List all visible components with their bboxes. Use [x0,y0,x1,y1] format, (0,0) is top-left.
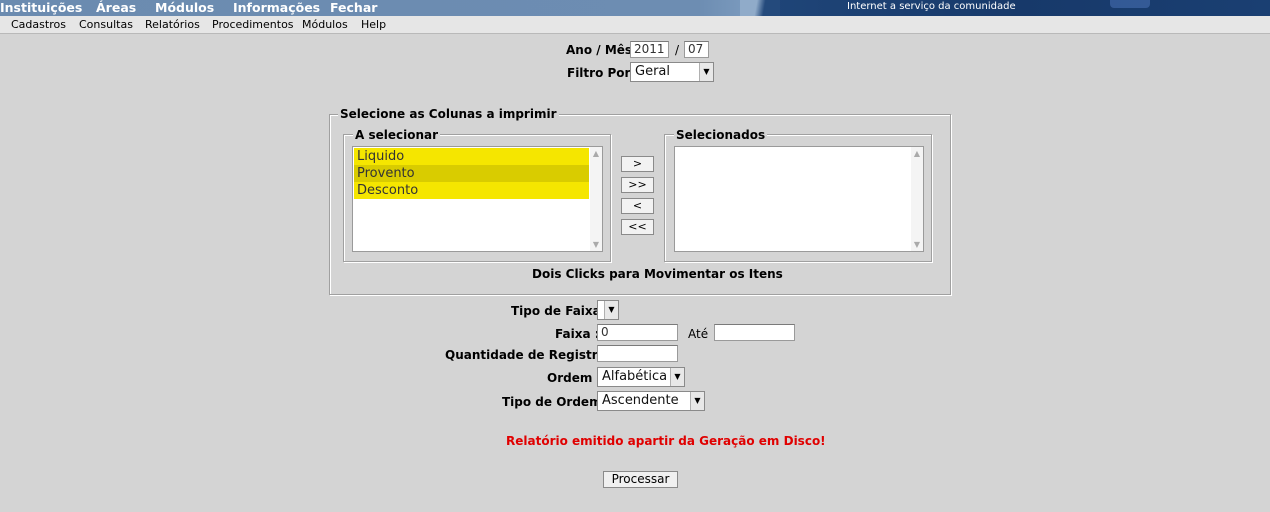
menu-help[interactable]: Help [361,18,386,31]
quantidade-input[interactable] [597,345,678,362]
ano-input[interactable]: 2011 [630,41,669,58]
columns-legend: Selecione as Colunas a imprimir [338,107,559,121]
scroll-up-icon[interactable]: ▲ [911,149,923,158]
tipo-ordem-select-value: Ascendente [602,393,679,408]
selected-listbox[interactable]: ▲ ▼ [674,146,924,252]
top-nav-informacoes[interactable]: Informações [233,0,320,16]
mes-input[interactable]: 07 [684,41,709,58]
columns-hint: Dois Clicks para Movimentar os Itens [532,267,783,281]
ordem-label: Ordem : [547,371,602,385]
filtro-select[interactable]: Geral ▼ [630,62,714,82]
ano-mes-label: Ano / Mês: [566,43,637,57]
list-item-desconto[interactable]: Desconto [354,182,589,199]
add-all-button[interactable]: >> [621,177,654,193]
top-nav-modulos[interactable]: Módulos [155,0,214,16]
tipo-faixa-label: Tipo de Faixa : [511,304,610,318]
available-scrollbar[interactable]: ▲ ▼ [590,147,602,251]
menu-procedimentos[interactable]: Procedimentos [212,18,294,31]
tipo-ordem-select[interactable]: Ascendente ▼ [597,391,705,411]
processar-button[interactable]: Processar [603,471,678,488]
scroll-up-icon[interactable]: ▲ [590,149,602,158]
scroll-down-icon[interactable]: ▼ [911,240,923,249]
tipo-ordem-label: Tipo de Ordem : [502,395,611,409]
selected-scrollbar[interactable]: ▲ ▼ [911,147,923,251]
remove-all-button[interactable]: << [621,219,654,235]
tagline: Internet a serviço da comunidade [847,1,1016,12]
ordem-select-value: Alfabética [602,369,668,384]
available-listbox[interactable]: Liquido Provento Desconto ▲ ▼ [352,146,603,252]
add-button[interactable]: > [621,156,654,172]
menu-relatorios[interactable]: Relatórios [145,18,200,31]
remove-button[interactable]: < [621,198,654,214]
banner-graphic [740,0,1270,16]
list-item-provento[interactable]: Provento [354,165,589,182]
top-nav-fechar[interactable]: Fechar [330,0,377,16]
chevron-down-icon: ▼ [699,63,713,81]
selected-legend: Selecionados [674,128,768,142]
top-nav-areas[interactable]: Áreas [96,0,136,16]
report-message: Relatório emitido apartir da Geração em … [506,434,826,448]
menu-cadastros[interactable]: Cadastros [11,18,66,31]
available-legend: A selecionar [353,128,441,142]
top-banner: Instituições Áreas Módulos Informações F… [0,0,1270,16]
quantidade-label: Quantidade de Registros : [445,348,622,362]
filtro-select-value: Geral [635,64,670,79]
list-item-liquido[interactable]: Liquido [354,148,589,165]
chevron-down-icon: ▼ [604,301,618,319]
tipo-faixa-select[interactable]: ▼ [597,300,619,320]
menu-consultas[interactable]: Consultas [79,18,133,31]
ano-mes-separator: / [675,43,680,57]
faixa-label: Faixa : [555,327,600,341]
chevron-down-icon: ▼ [690,392,704,410]
ordem-select[interactable]: Alfabética ▼ [597,367,685,387]
scroll-down-icon[interactable]: ▼ [590,240,602,249]
top-nav-instituicoes[interactable]: Instituições [0,0,82,16]
menu-modulos[interactable]: Módulos [302,18,348,31]
faixa-to-input[interactable] [714,324,795,341]
chevron-down-icon: ▼ [670,368,684,386]
filtro-label: Filtro Por : [567,66,640,80]
ate-label: Até [688,327,709,341]
faixa-from-input[interactable]: 0 [597,324,678,341]
banner-logo-graphic [1110,0,1150,8]
menu-bar: Cadastros Consultas Relatórios Procedime… [0,16,1270,34]
